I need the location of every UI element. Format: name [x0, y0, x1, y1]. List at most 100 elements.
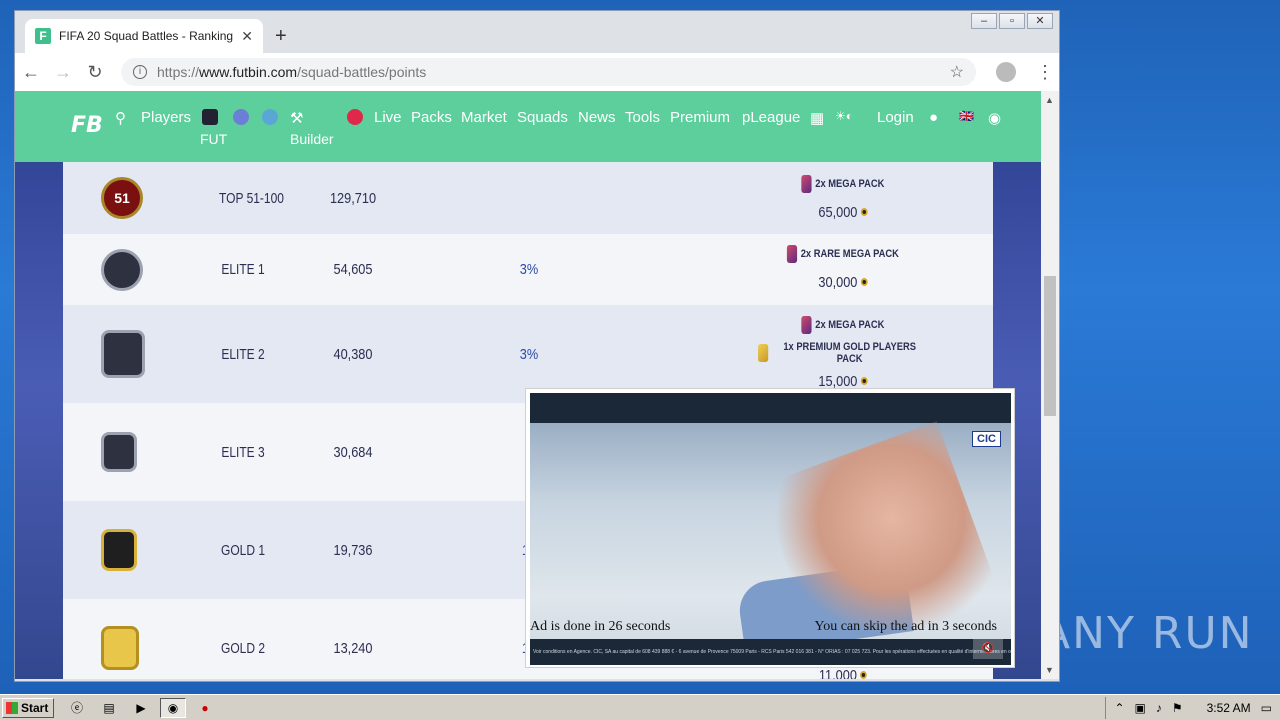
tab-close-icon[interactable]: ✕: [241, 28, 253, 45]
rank-percent: 3%: [519, 345, 539, 363]
nav-news[interactable]: News: [578, 109, 616, 126]
explorer-folder-icon[interactable]: ▤: [96, 698, 122, 718]
ad-skip-text[interactable]: You can skip the ad in 3 seconds: [814, 619, 997, 635]
club-badge-icon[interactable]: [233, 109, 249, 125]
visibility-eye-icon[interactable]: ◉: [988, 109, 1001, 127]
gold-pack-icon: [758, 344, 768, 362]
gold-badge-icon: [101, 626, 139, 670]
page-scrollbar[interactable]: ▲ ▼: [1041, 91, 1059, 679]
builder-tools-icon[interactable]: ⚒: [290, 109, 303, 127]
club-badge-2-icon[interactable]: [262, 109, 278, 125]
address-bar[interactable]: i https://www.futbin.com/squad-battles/p…: [121, 58, 976, 86]
video-ad-overlay[interactable]: CIC Ad is done in 26 seconds You can ski…: [525, 388, 1015, 668]
rank-name: GOLD 1: [220, 541, 266, 559]
bookmark-star-icon[interactable]: ☆: [950, 62, 964, 82]
start-label: Start: [21, 700, 49, 715]
nav-tools[interactable]: Tools: [625, 109, 660, 126]
scrollbar-thumb[interactable]: [1044, 276, 1056, 416]
volume-icon[interactable]: ♪: [1156, 701, 1162, 715]
system-tray: ⌃ ▣ ♪ ⚑ 3:52 AM ▭: [1105, 697, 1280, 719]
browser-tab[interactable]: F FIFA 20 Squad Battles - Ranking - M ✕: [25, 19, 263, 53]
table-row: ELITE 1 54,605 3% 2x RARE MEGA PACK 30,0…: [63, 234, 993, 305]
browser-menu-icon[interactable]: ⋮: [1036, 62, 1054, 83]
reward-coins: 30,000: [818, 273, 858, 291]
coin-icon: [860, 208, 868, 216]
coin-icon: [860, 671, 868, 679]
start-button[interactable]: Start: [2, 697, 54, 718]
clock[interactable]: 3:52 AM: [1207, 701, 1251, 715]
rank-name: ELITE 1: [221, 261, 265, 278]
theme-toggle-icon[interactable]: ☀◐: [835, 109, 853, 123]
elite-badge-icon: [101, 248, 143, 291]
window-controls: – ▫ ✕: [971, 13, 1053, 29]
nav-premium[interactable]: Premium: [670, 109, 730, 126]
mega-pack-icon: [801, 316, 812, 334]
reward-coins: 11,000: [818, 666, 857, 680]
nav-fut[interactable]: FUT: [200, 131, 227, 147]
language-flag-icon[interactable]: 🇬🇧: [959, 109, 974, 123]
nav-live[interactable]: Live: [374, 109, 402, 126]
reward-coins: 15,000: [818, 372, 858, 390]
mute-icon[interactable]: 🔇: [973, 639, 1003, 659]
elite-badge-icon: [101, 330, 145, 378]
rank-points: 129,710: [329, 189, 377, 207]
table-row: 51 TOP 51-100 129,710 2x MEGA PACK 65,00…: [63, 162, 993, 234]
nav-squads[interactable]: Squads: [517, 109, 568, 126]
network-icon[interactable]: ▣: [1135, 701, 1146, 715]
nav-login[interactable]: Login: [877, 109, 914, 126]
anyrun-watermark: ANY RUN: [1040, 608, 1254, 659]
reward-item: 1x PREMIUM GOLD PLAYERS PACK: [783, 341, 916, 365]
media-player-icon[interactable]: ▶: [128, 698, 154, 718]
chrome-icon[interactable]: ◉: [160, 697, 186, 718]
ad-legal-text: Voir conditions en Agence. CIC, SA au ca…: [530, 639, 1011, 665]
minimize-button[interactable]: –: [971, 13, 997, 29]
show-desktop-icon[interactable]: ▭: [1261, 701, 1272, 715]
site-navbar: FB ⚲ Players FUT ⚒ Builder Live Packs Ma…: [15, 91, 1041, 162]
live-icon[interactable]: [347, 109, 363, 125]
profile-avatar-icon[interactable]: [996, 62, 1016, 82]
nav-pleague[interactable]: pLeague: [742, 109, 800, 126]
maximize-button[interactable]: ▫: [999, 13, 1025, 29]
forward-icon[interactable]: →: [47, 62, 79, 83]
platform-icon[interactable]: ●: [929, 109, 938, 126]
new-tab-button[interactable]: +: [275, 25, 287, 48]
close-window-button[interactable]: ✕: [1027, 13, 1053, 29]
scroll-up-icon[interactable]: ▲: [1045, 95, 1054, 105]
elite-badge-icon: [101, 432, 137, 472]
rank-points: 40,380: [333, 345, 373, 363]
taskbar: Start ⓔ ▤ ▶ ◉ ● ⌃ ▣ ♪ ⚑ 3:52 AM ▭: [0, 694, 1280, 720]
back-icon[interactable]: ←: [15, 62, 47, 83]
scroll-down-icon[interactable]: ▼: [1045, 665, 1054, 675]
rank-points: 13,240: [333, 639, 373, 657]
reload-icon[interactable]: ↻: [79, 62, 111, 83]
rank-name: GOLD 2: [220, 639, 266, 657]
nav-market[interactable]: Market: [461, 109, 507, 126]
ad-done-text: Ad is done in 26 seconds: [530, 619, 671, 634]
reward-cell: 2x RARE MEGA PACK 30,000: [758, 240, 928, 296]
nav-players[interactable]: Players: [141, 109, 191, 126]
browser-toolbar: ← → ↻ i https://www.futbin.com/squad-bat…: [15, 53, 1059, 91]
reward-cell: 2x MEGA PACK 65,000: [758, 170, 928, 226]
nav-builder[interactable]: Builder: [290, 131, 334, 147]
rare-mega-pack-icon: [787, 245, 798, 263]
watermark-text: ANY RUN: [1040, 608, 1254, 659]
rank-points: 19,736: [333, 541, 373, 559]
url-scheme: https://: [157, 64, 200, 80]
site-info-icon[interactable]: i: [133, 65, 147, 79]
ie-icon[interactable]: ⓔ: [64, 698, 90, 718]
url-path: /squad-battles/points: [297, 64, 427, 80]
tab-title: FIFA 20 Squad Battles - Ranking - M: [59, 29, 234, 43]
fut-shield-icon[interactable]: [202, 109, 218, 125]
flag-icon[interactable]: ⚑: [1172, 701, 1183, 715]
antivirus-icon[interactable]: ●: [192, 698, 218, 718]
calculator-icon[interactable]: ▦: [810, 109, 824, 127]
tray-expand-icon[interactable]: ⌃: [1114, 701, 1124, 715]
ad-video[interactable]: CIC Ad is done in 26 seconds You can ski…: [530, 393, 1011, 665]
reward-item: 2x MEGA PACK: [815, 178, 885, 190]
reward-cell: 2x MEGA PACK 1x PREMIUM GOLD PLAYERS PAC…: [758, 311, 928, 395]
rank-percent: 3%: [519, 261, 539, 278]
search-icon[interactable]: ⚲: [115, 109, 126, 127]
nav-packs[interactable]: Packs: [411, 109, 452, 126]
futbin-logo[interactable]: FB: [71, 113, 103, 138]
mega-pack-icon: [801, 175, 812, 193]
